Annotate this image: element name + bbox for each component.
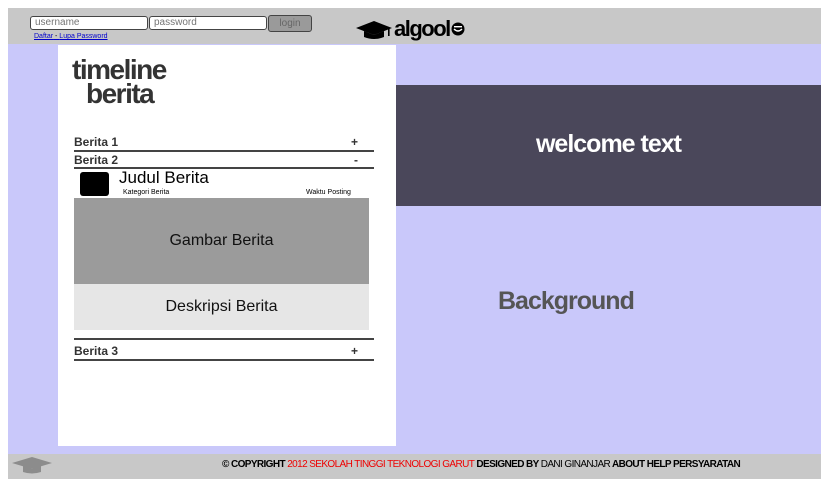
accordion-item-berita-1[interactable]: Berita 1 + bbox=[74, 135, 374, 149]
copyright-org: 2012 SEKOLAH TINGGI TEKNOLOGI GARUT bbox=[287, 459, 475, 470]
background-label: Background bbox=[498, 287, 635, 315]
accordion-label: Berita 3 bbox=[74, 344, 119, 358]
accordion-label: Berita 1 bbox=[74, 135, 119, 149]
about-link[interactable]: ABOUT bbox=[612, 459, 645, 470]
news-title[interactable]: Judul Berita bbox=[119, 168, 209, 188]
smiley-icon bbox=[451, 22, 465, 36]
password-input[interactable] bbox=[149, 16, 267, 30]
mortarboard-icon bbox=[356, 21, 392, 39]
designer-name: DANI GINANJAR bbox=[540, 459, 611, 470]
news-description-label: Deskripsi Berita bbox=[165, 298, 278, 315]
designed-by-label: DESIGNED BY bbox=[476, 459, 539, 470]
register-link[interactable]: Daftar bbox=[34, 33, 53, 40]
copyright-label: © COPYRIGHT bbox=[222, 459, 286, 470]
account-links: Daftar - Lupa Password bbox=[34, 33, 108, 40]
news-post-time: Waktu Posting bbox=[306, 189, 351, 196]
help-link[interactable]: HELP bbox=[647, 459, 672, 470]
divider bbox=[74, 359, 374, 361]
site-logo[interactable]: algool bbox=[355, 16, 465, 41]
news-thumbnail[interactable] bbox=[80, 172, 109, 196]
username-input[interactable] bbox=[30, 16, 148, 30]
divider bbox=[74, 338, 374, 340]
accordion-item-berita-2[interactable]: Berita 2 - bbox=[74, 153, 374, 167]
accordion-label: Berita 2 bbox=[74, 153, 119, 167]
forgot-password-link[interactable]: Lupa Password bbox=[59, 33, 107, 40]
accordion-item-berita-3[interactable]: Berita 3 + bbox=[74, 344, 374, 358]
timeline-title: timeline berita bbox=[72, 56, 167, 109]
divider bbox=[74, 150, 374, 152]
expand-toggle[interactable]: + bbox=[351, 135, 358, 149]
login-button[interactable]: login bbox=[268, 15, 312, 32]
news-image-placeholder[interactable]: Gambar Berita bbox=[74, 198, 369, 284]
mortarboard-footer-icon bbox=[12, 457, 52, 474]
news-image-label: Gambar Berita bbox=[169, 232, 274, 249]
logo-text: algool bbox=[394, 16, 451, 41]
collapse-toggle[interactable]: - bbox=[354, 153, 358, 167]
timeline-title-line2: berita bbox=[86, 78, 155, 109]
welcome-text: welcome text bbox=[535, 130, 682, 158]
footer-text: © COPYRIGHT 2012 SEKOLAH TINGGI TEKNOLOG… bbox=[222, 459, 741, 470]
expand-toggle[interactable]: + bbox=[351, 344, 358, 358]
news-description: Deskripsi Berita bbox=[74, 284, 369, 330]
news-category: Kategori Berita bbox=[123, 189, 170, 196]
welcome-banner: welcome text bbox=[396, 85, 821, 206]
terms-link[interactable]: PERSYARATAN bbox=[673, 459, 741, 470]
